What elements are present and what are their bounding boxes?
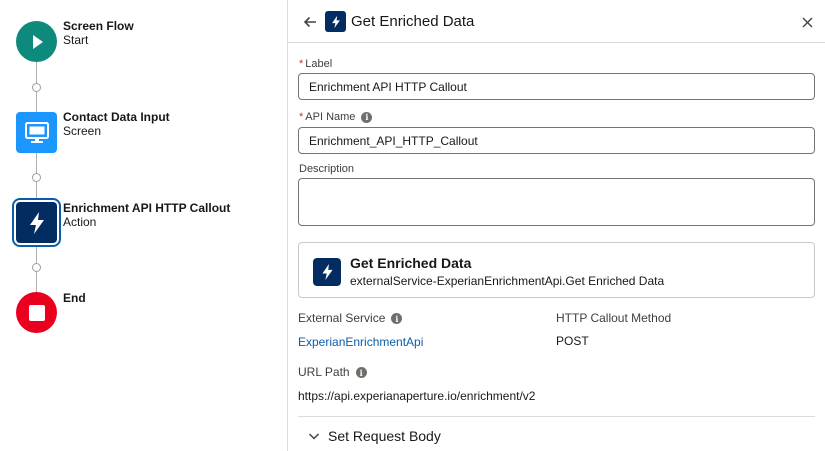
- play-icon: [32, 34, 43, 49]
- external-service-label-text: External Service: [298, 311, 386, 325]
- chevron-down-icon: [308, 433, 320, 440]
- back-button[interactable]: [300, 12, 320, 32]
- section-divider: [298, 416, 815, 417]
- url-path-label: URL Path i: [298, 365, 367, 379]
- card-subtitle: externalService-ExperianEnrichmentApi.Ge…: [350, 274, 665, 288]
- info-icon[interactable]: i: [361, 111, 373, 123]
- properties-panel: Get Enriched Data *Label *API Namei Desc…: [288, 0, 825, 451]
- flow-node-action-text: Enrichment API HTTP Callout Action: [63, 201, 230, 229]
- lightning-icon: [29, 211, 44, 234]
- panel-title: Get Enriched Data: [351, 13, 475, 30]
- required-marker: *: [299, 58, 304, 70]
- section-label: Set Request Body: [328, 428, 441, 444]
- node-subtitle: Start: [63, 33, 89, 47]
- connector-add-point[interactable]: [32, 173, 41, 182]
- flow-node-action[interactable]: [16, 202, 57, 243]
- node-title: Enrichment API HTTP Callout: [63, 201, 231, 215]
- http-method-value: POST: [556, 334, 589, 348]
- flow-node-end-text: End: [63, 291, 86, 305]
- info-icon[interactable]: i: [355, 367, 367, 379]
- http-method-label: HTTP Callout Method: [556, 311, 672, 325]
- label-field-label: * Label: [299, 58, 332, 70]
- stop-icon: [28, 304, 45, 321]
- node-title: Screen Flow: [63, 19, 134, 33]
- connector-add-point[interactable]: [32, 263, 41, 272]
- info-icon[interactable]: i: [391, 313, 403, 325]
- api-name-field-label: * API Name i: [299, 111, 373, 123]
- url-path-label-text: URL Path: [298, 365, 350, 379]
- flow-node-start-text: Screen Flow Start: [63, 19, 134, 47]
- required-marker: *: [299, 111, 304, 123]
- api-name-input[interactable]: [298, 127, 815, 154]
- header-action-icon: [325, 11, 346, 32]
- set-request-body-toggle[interactable]: Set Request Body: [308, 428, 441, 444]
- node-title: Contact Data Input: [63, 110, 170, 124]
- label-field-text: Label: [305, 58, 333, 70]
- panel-header: Get Enriched Data: [288, 0, 825, 43]
- card-action-icon: [313, 258, 341, 286]
- connector-add-point[interactable]: [32, 83, 41, 92]
- close-button[interactable]: [798, 13, 816, 31]
- api-name-field-text: API Name: [305, 111, 356, 123]
- flow-canvas: Screen Flow Start Contact Data Input Scr…: [0, 0, 287, 451]
- card-title: Get Enriched Data: [350, 255, 472, 271]
- external-service-link[interactable]: ExperianEnrichmentApi: [298, 335, 423, 349]
- flow-node-screen[interactable]: [16, 112, 57, 153]
- lightning-icon: [321, 264, 333, 280]
- external-service-label: External Service i: [298, 311, 403, 325]
- node-title: End: [63, 291, 86, 305]
- close-icon: [802, 17, 812, 27]
- action-card: Get Enriched Data externalService-Experi…: [298, 242, 815, 298]
- url-path-value: https://api.experianaperture.io/enrichme…: [298, 389, 536, 403]
- description-field-label: Description: [299, 163, 355, 175]
- lightning-icon: [331, 15, 340, 28]
- arrow-left-icon: [303, 16, 316, 28]
- flow-node-start[interactable]: [16, 21, 57, 62]
- flow-node-screen-text: Contact Data Input Screen: [63, 110, 170, 138]
- label-input[interactable]: [298, 73, 815, 100]
- description-textarea[interactable]: [298, 178, 815, 226]
- flow-node-end[interactable]: [16, 292, 57, 333]
- monitor-icon: [24, 121, 49, 143]
- node-subtitle: Action: [63, 215, 97, 229]
- node-subtitle: Screen: [63, 124, 102, 138]
